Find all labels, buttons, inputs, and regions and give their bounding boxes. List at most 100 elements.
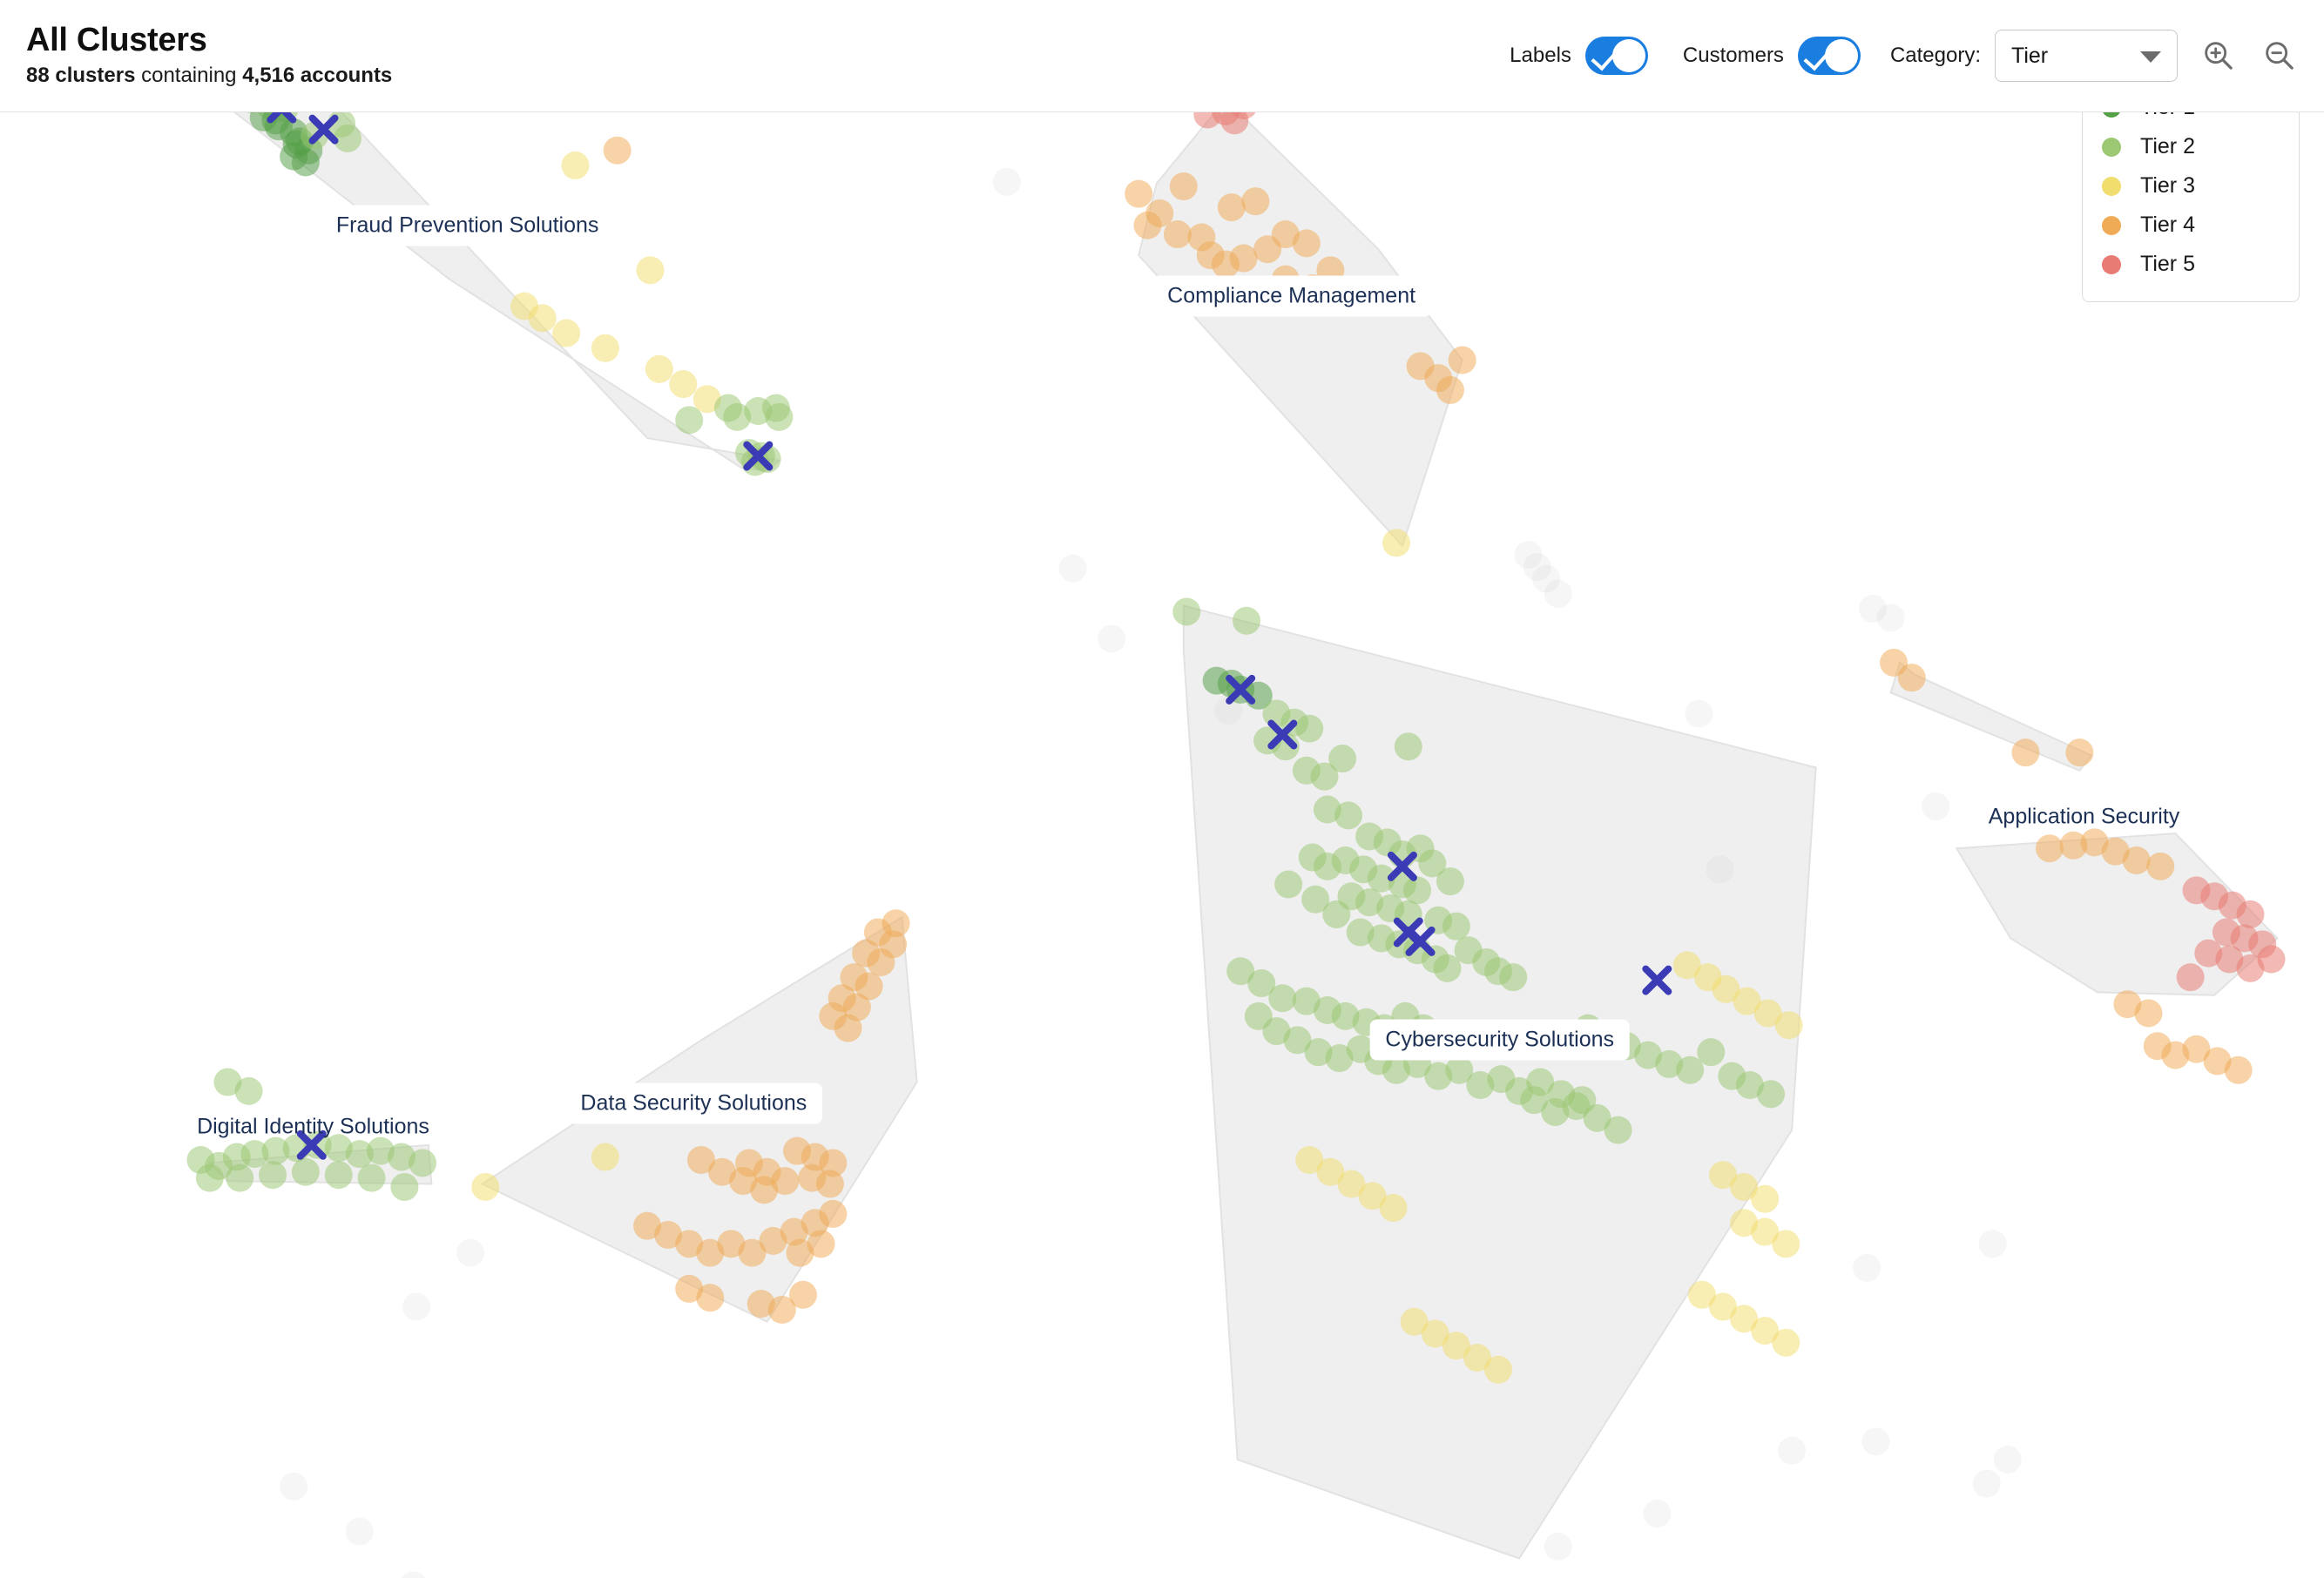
account-point[interactable] bbox=[1163, 220, 1192, 249]
account-point[interactable] bbox=[788, 1280, 817, 1309]
account-point[interactable] bbox=[2146, 852, 2175, 880]
account-point[interactable] bbox=[1403, 876, 1432, 905]
account-point[interactable] bbox=[992, 167, 1021, 196]
account-point[interactable] bbox=[1685, 699, 1713, 728]
account-point[interactable] bbox=[819, 1199, 848, 1228]
account-point[interactable] bbox=[345, 1517, 374, 1546]
account-point[interactable] bbox=[1098, 624, 1126, 653]
account-point[interactable] bbox=[471, 1172, 500, 1201]
account-point[interactable] bbox=[1772, 1230, 1800, 1258]
account-point[interactable] bbox=[867, 947, 895, 976]
account-point[interactable] bbox=[2257, 945, 2286, 974]
account-point[interactable] bbox=[2122, 846, 2151, 874]
legend-item[interactable]: Tier 4 bbox=[2102, 206, 2276, 245]
account-point[interactable] bbox=[834, 1014, 862, 1042]
zoom-in-button[interactable] bbox=[2199, 36, 2239, 76]
account-point[interactable] bbox=[1394, 732, 1422, 761]
account-point[interactable] bbox=[1643, 1499, 1672, 1527]
account-point[interactable] bbox=[645, 354, 673, 383]
account-point[interactable] bbox=[390, 1172, 419, 1201]
account-point[interactable] bbox=[1217, 193, 1246, 222]
account-point[interactable] bbox=[1442, 912, 1470, 941]
account-point[interactable] bbox=[234, 1076, 263, 1105]
account-point[interactable] bbox=[1484, 1355, 1512, 1384]
cluster-label[interactable]: Application Security bbox=[1973, 797, 2196, 838]
account-point[interactable] bbox=[561, 151, 590, 179]
account-point[interactable] bbox=[409, 1149, 437, 1177]
account-point[interactable] bbox=[357, 1163, 386, 1192]
account-point[interactable] bbox=[1922, 792, 1950, 821]
account-point[interactable] bbox=[1382, 529, 1411, 557]
account-point[interactable] bbox=[765, 402, 794, 431]
account-point[interactable] bbox=[2035, 834, 2064, 863]
account-point[interactable] bbox=[2065, 738, 2094, 767]
account-point[interactable] bbox=[1233, 606, 1261, 635]
account-point[interactable] bbox=[1897, 664, 1926, 692]
account-point[interactable] bbox=[1172, 597, 1201, 626]
account-point[interactable] bbox=[603, 136, 632, 165]
account-point[interactable] bbox=[669, 370, 698, 399]
account-point[interactable] bbox=[552, 319, 581, 347]
cluster-scatter-plot[interactable]: Fraud Prevention Solutions Compliance Man… bbox=[0, 111, 2324, 1578]
account-point[interactable] bbox=[1993, 1446, 2022, 1473]
account-point[interactable] bbox=[815, 1170, 844, 1198]
account-point[interactable] bbox=[750, 1176, 779, 1204]
account-point[interactable] bbox=[2011, 738, 2040, 767]
account-point[interactable] bbox=[1295, 714, 1324, 743]
cluster-label[interactable]: Digital Identity Solutions bbox=[181, 1107, 445, 1148]
account-point[interactable] bbox=[1448, 346, 1476, 374]
account-point[interactable] bbox=[2134, 999, 2163, 1028]
account-point[interactable] bbox=[1133, 211, 1162, 239]
account-point[interactable] bbox=[2236, 900, 2265, 928]
account-point[interactable] bbox=[1697, 1038, 1726, 1067]
account-point[interactable] bbox=[1229, 244, 1258, 273]
account-point[interactable] bbox=[334, 124, 362, 152]
account-point[interactable] bbox=[195, 1163, 224, 1192]
account-point[interactable] bbox=[1772, 1328, 1800, 1357]
account-point[interactable] bbox=[591, 334, 619, 362]
account-point[interactable] bbox=[400, 1571, 428, 1578]
account-point[interactable] bbox=[226, 1163, 254, 1192]
account-point[interactable] bbox=[2224, 1055, 2253, 1084]
account-point[interactable] bbox=[786, 1238, 814, 1267]
cluster-label[interactable]: Fraud Prevention Solutions bbox=[320, 205, 615, 246]
customers-toggle[interactable] bbox=[1797, 37, 1861, 75]
account-point[interactable] bbox=[1292, 229, 1321, 258]
cluster-label[interactable]: Cybersecurity Solutions bbox=[1369, 1019, 1631, 1061]
category-select[interactable]: Tier bbox=[1995, 30, 2178, 82]
account-point[interactable] bbox=[1604, 1116, 1632, 1144]
account-point[interactable] bbox=[1058, 554, 1087, 583]
account-point[interactable] bbox=[324, 1161, 353, 1190]
account-point[interactable] bbox=[1268, 984, 1297, 1013]
account-point[interactable] bbox=[591, 1143, 619, 1171]
account-point[interactable] bbox=[1544, 1532, 1572, 1561]
account-point[interactable] bbox=[1334, 801, 1362, 830]
account-point[interactable] bbox=[402, 1292, 431, 1321]
account-point[interactable] bbox=[1169, 172, 1198, 200]
account-point[interactable] bbox=[259, 1161, 287, 1190]
account-point[interactable] bbox=[2176, 963, 2205, 992]
account-point[interactable] bbox=[1751, 1184, 1780, 1213]
account-point[interactable] bbox=[1861, 1427, 1890, 1456]
account-point[interactable] bbox=[1853, 1253, 1881, 1282]
account-point[interactable] bbox=[1778, 1436, 1807, 1465]
account-point[interactable] bbox=[291, 1157, 320, 1186]
account-point[interactable] bbox=[456, 1238, 485, 1267]
account-point[interactable] bbox=[1379, 1194, 1408, 1223]
account-point[interactable] bbox=[1499, 963, 1528, 992]
labels-toggle[interactable] bbox=[1584, 37, 1648, 75]
account-point[interactable] bbox=[1436, 867, 1464, 896]
zoom-out-button[interactable] bbox=[2260, 36, 2300, 76]
account-point[interactable] bbox=[1436, 375, 1464, 404]
legend-item[interactable]: Tier 3 bbox=[2102, 166, 2276, 206]
account-point[interactable] bbox=[675, 406, 704, 435]
account-point[interactable] bbox=[696, 1284, 725, 1312]
account-point[interactable] bbox=[1125, 179, 1153, 208]
account-point[interactable] bbox=[636, 256, 665, 285]
account-point[interactable] bbox=[1972, 1469, 2001, 1498]
legend-item[interactable]: Tier 5 bbox=[2102, 245, 2276, 284]
legend-item[interactable]: Tier 2 bbox=[2102, 127, 2276, 166]
account-point[interactable] bbox=[280, 1472, 308, 1500]
account-point[interactable] bbox=[1978, 1230, 2007, 1258]
account-point[interactable] bbox=[1544, 579, 1572, 608]
